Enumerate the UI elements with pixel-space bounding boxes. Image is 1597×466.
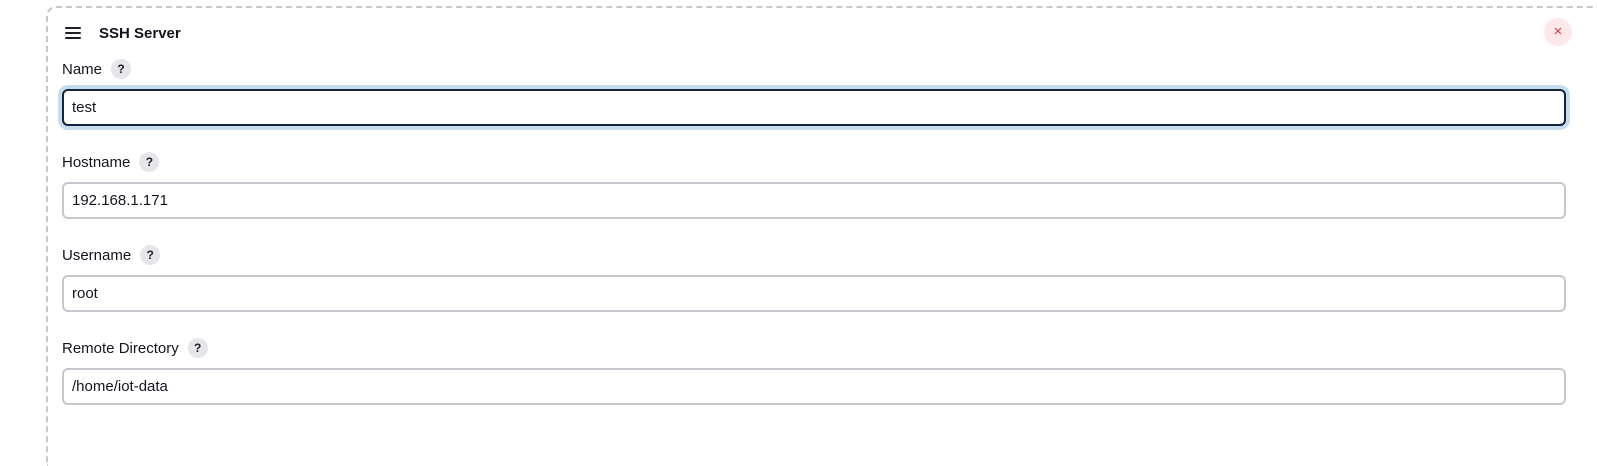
username-label: Username	[62, 246, 132, 264]
remote-directory-input[interactable]	[62, 368, 1566, 405]
name-input[interactable]	[62, 89, 1566, 126]
close-icon[interactable]: ×	[1544, 18, 1572, 46]
remote-directory-field: Remote Directory ?	[62, 337, 1566, 405]
remote-directory-label: Remote Directory	[62, 339, 179, 357]
help-icon[interactable]: ?	[140, 245, 161, 265]
hamburger-icon[interactable]	[65, 27, 81, 39]
help-icon[interactable]: ?	[139, 152, 160, 172]
help-icon[interactable]: ?	[111, 59, 132, 79]
hostname-label: Hostname	[62, 153, 131, 171]
panel-title: SSH Server	[99, 24, 181, 42]
help-icon[interactable]: ?	[187, 338, 208, 358]
username-field: Username ?	[62, 244, 1566, 312]
panel-header: SSH Server	[65, 22, 181, 44]
hostname-field: Hostname ?	[62, 151, 1566, 219]
username-input[interactable]	[62, 275, 1566, 312]
name-label: Name	[62, 60, 103, 78]
name-field: Name ?	[62, 58, 1566, 126]
hostname-input[interactable]	[62, 182, 1566, 219]
